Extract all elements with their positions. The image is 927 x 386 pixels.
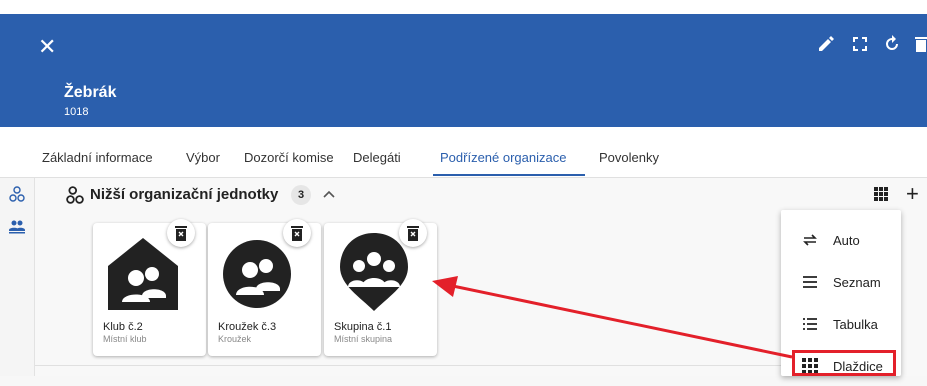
annotation-arrow bbox=[432, 276, 793, 359]
